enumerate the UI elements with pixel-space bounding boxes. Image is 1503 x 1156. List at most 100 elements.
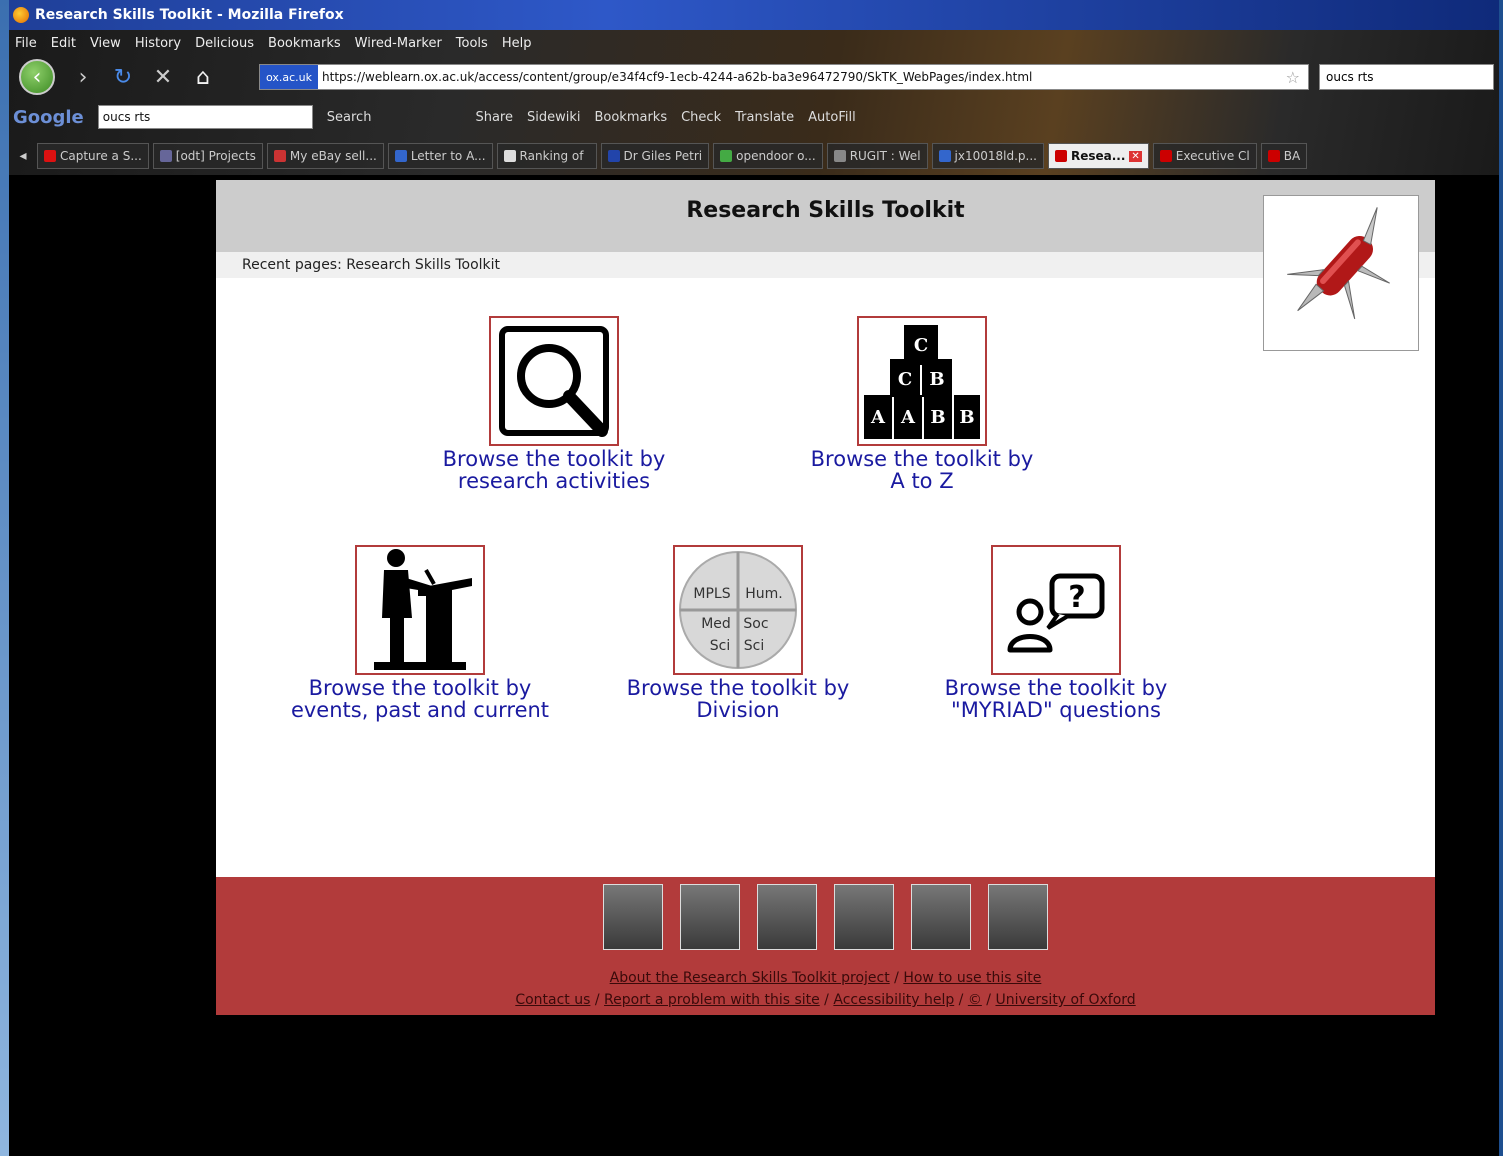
tab-scroll-left-icon[interactable]: ◂ [13, 148, 33, 164]
stop-icon[interactable]: ✕ [151, 65, 175, 90]
tile-a-to-z[interactable]: C C B A A B B Browse the toolkit by A to… [772, 316, 1072, 492]
reload-icon[interactable]: ↻ [111, 65, 135, 90]
tab-favicon [720, 150, 733, 162]
menu-bookmarks[interactable]: Bookmarks [268, 36, 341, 51]
tab-favicon [1267, 150, 1280, 162]
bookmarks-button[interactable]: Bookmarks [594, 110, 667, 125]
tile-events[interactable]: Browse the toolkit by events, past and c… [270, 545, 570, 721]
tile-icon-box[interactable]: ? [991, 545, 1121, 675]
sidewiki-button[interactable]: Sidewiki [527, 110, 581, 125]
check-button[interactable]: Check [681, 110, 721, 125]
about-project-link[interactable]: About the Research Skills Toolkit projec… [610, 970, 890, 986]
tab-favicon [44, 150, 56, 162]
tab-9-active[interactable]: Resea... ✕ [1047, 143, 1149, 169]
tab-label: opendoor o... [736, 149, 816, 163]
block-letter: B [959, 407, 974, 428]
tab-label: Resea... [1070, 149, 1126, 163]
division-sci: Sci [710, 638, 730, 654]
tile-icon-box[interactable]: MPLS Hum. Med Sci Soc Sci [673, 545, 803, 675]
division-soc: Soc [743, 616, 768, 632]
tab-0[interactable]: Capture a S... [37, 143, 149, 169]
google-search-input[interactable]: oucs rts [97, 105, 313, 129]
tab-bar: ◂ Capture a S... [odt] Projects My eBay … [9, 140, 1499, 172]
home-icon[interactable]: ⌂ [191, 65, 215, 90]
tab-label: RUGIT : Wel [849, 149, 921, 163]
tile-label[interactable]: Browse the toolkit by Division [588, 677, 888, 721]
site-identity-badge[interactable]: ox.ac.uk [260, 65, 319, 89]
tab-favicon [938, 150, 951, 162]
report-problem-link[interactable]: Report a problem with this site [604, 992, 820, 1008]
menu-view[interactable]: View [90, 36, 121, 51]
footer-links-row2: Contact us / Report a problem with this … [515, 992, 1136, 1008]
tab-1[interactable]: [odt] Projects [152, 143, 263, 169]
share-button[interactable]: Share [475, 110, 513, 125]
tile-label-line1[interactable]: Browse the toolkit by [772, 448, 1072, 470]
close-tab-icon[interactable]: ✕ [1129, 150, 1142, 162]
tile-label-line1[interactable]: Browse the toolkit by [588, 677, 888, 699]
division-sci: Sci [744, 638, 764, 654]
tile-label-line2[interactable]: "MYRIAD" questions [906, 699, 1206, 721]
menu-tools[interactable]: Tools [456, 36, 488, 51]
page-footer: About the Research Skills Toolkit projec… [216, 877, 1435, 1015]
menu-edit[interactable]: Edit [51, 36, 76, 51]
tile-label-line2[interactable]: research activities [404, 470, 704, 492]
tile-icon-box[interactable] [489, 316, 619, 446]
google-search-value: oucs rts [102, 110, 151, 124]
recent-page-link[interactable]: Research Skills Toolkit [346, 257, 500, 273]
menu-history[interactable]: History [135, 36, 181, 51]
window-titlebar: Research Skills Toolkit - Mozilla Firefo… [9, 0, 1499, 30]
url-bar[interactable]: ox.ac.uk https://weblearn.ox.ac.uk/acces… [259, 64, 1309, 90]
autofill-button[interactable]: AutoFill [808, 110, 856, 125]
tab-favicon [394, 150, 407, 162]
copyright-link[interactable]: © [968, 992, 982, 1008]
swiss-army-knife-logo [1263, 195, 1419, 351]
tile-label[interactable]: Browse the toolkit by research activitie… [404, 448, 704, 492]
google-search-button[interactable]: Search [327, 110, 372, 125]
how-to-use-link[interactable]: How to use this site [903, 970, 1041, 986]
menu-help[interactable]: Help [502, 36, 532, 51]
tile-myriad-questions[interactable]: ? Browse the toolkit by "MYRIAD" questio… [906, 545, 1206, 721]
university-of-oxford-link[interactable]: University of Oxford [995, 992, 1135, 1008]
tab-2[interactable]: My eBay sell... [266, 143, 384, 169]
tile-label-line1[interactable]: Browse the toolkit by [906, 677, 1206, 699]
accessibility-help-link[interactable]: Accessibility help [833, 992, 954, 1008]
tile-icon-box[interactable] [355, 545, 485, 675]
tab-5[interactable]: Dr Giles Petri [600, 143, 710, 169]
search-box[interactable]: oucs rts [1319, 64, 1494, 90]
menu-wired-marker[interactable]: Wired-Marker [355, 36, 442, 51]
tile-division[interactable]: MPLS Hum. Med Sci Soc Sci Browse the too… [588, 545, 888, 721]
tab-favicon [607, 150, 620, 162]
menu-delicious[interactable]: Delicious [195, 36, 254, 51]
tile-label-line1[interactable]: Browse the toolkit by [270, 677, 570, 699]
tab-7[interactable]: RUGIT : Wel [826, 143, 928, 169]
block-letter: A [900, 407, 916, 428]
tile-label-line2[interactable]: Division [588, 699, 888, 721]
tile-label-line2[interactable]: A to Z [772, 470, 1072, 492]
menu-file[interactable]: File [15, 36, 37, 51]
tile-label[interactable]: Browse the toolkit by A to Z [772, 448, 1072, 492]
tile-label-line2[interactable]: events, past and current [270, 699, 570, 721]
tab-3[interactable]: Letter to A... [387, 143, 493, 169]
firefox-icon [13, 7, 29, 23]
tab-favicon [159, 150, 172, 162]
google-logo: Google [13, 106, 84, 128]
tab-label: Capture a S... [60, 149, 142, 163]
tab-11[interactable]: BA [1260, 143, 1308, 169]
tab-6[interactable]: opendoor o... [713, 143, 823, 169]
tile-label[interactable]: Browse the toolkit by events, past and c… [270, 677, 570, 721]
tab-4[interactable]: Ranking of [496, 143, 597, 169]
translate-button[interactable]: Translate [735, 110, 794, 125]
team-photo [911, 884, 971, 950]
tab-8[interactable]: jx10018ld.p... [931, 143, 1044, 169]
tab-10[interactable]: Executive Cl [1152, 143, 1257, 169]
team-photo [757, 884, 817, 950]
bookmark-star-icon[interactable]: ☆ [1286, 68, 1308, 87]
tile-research-activities[interactable]: Browse the toolkit by research activitie… [404, 316, 704, 492]
tile-icon-box[interactable]: C C B A A B B [857, 316, 987, 446]
tile-label[interactable]: Browse the toolkit by "MYRIAD" questions [906, 677, 1206, 721]
browser-chrome: File Edit View History Delicious Bookmar… [9, 30, 1499, 175]
tile-label-line1[interactable]: Browse the toolkit by [404, 448, 704, 470]
back-button[interactable]: ‹ [19, 59, 55, 95]
contact-us-link[interactable]: Contact us [515, 992, 590, 1008]
forward-icon[interactable]: › [71, 65, 95, 90]
